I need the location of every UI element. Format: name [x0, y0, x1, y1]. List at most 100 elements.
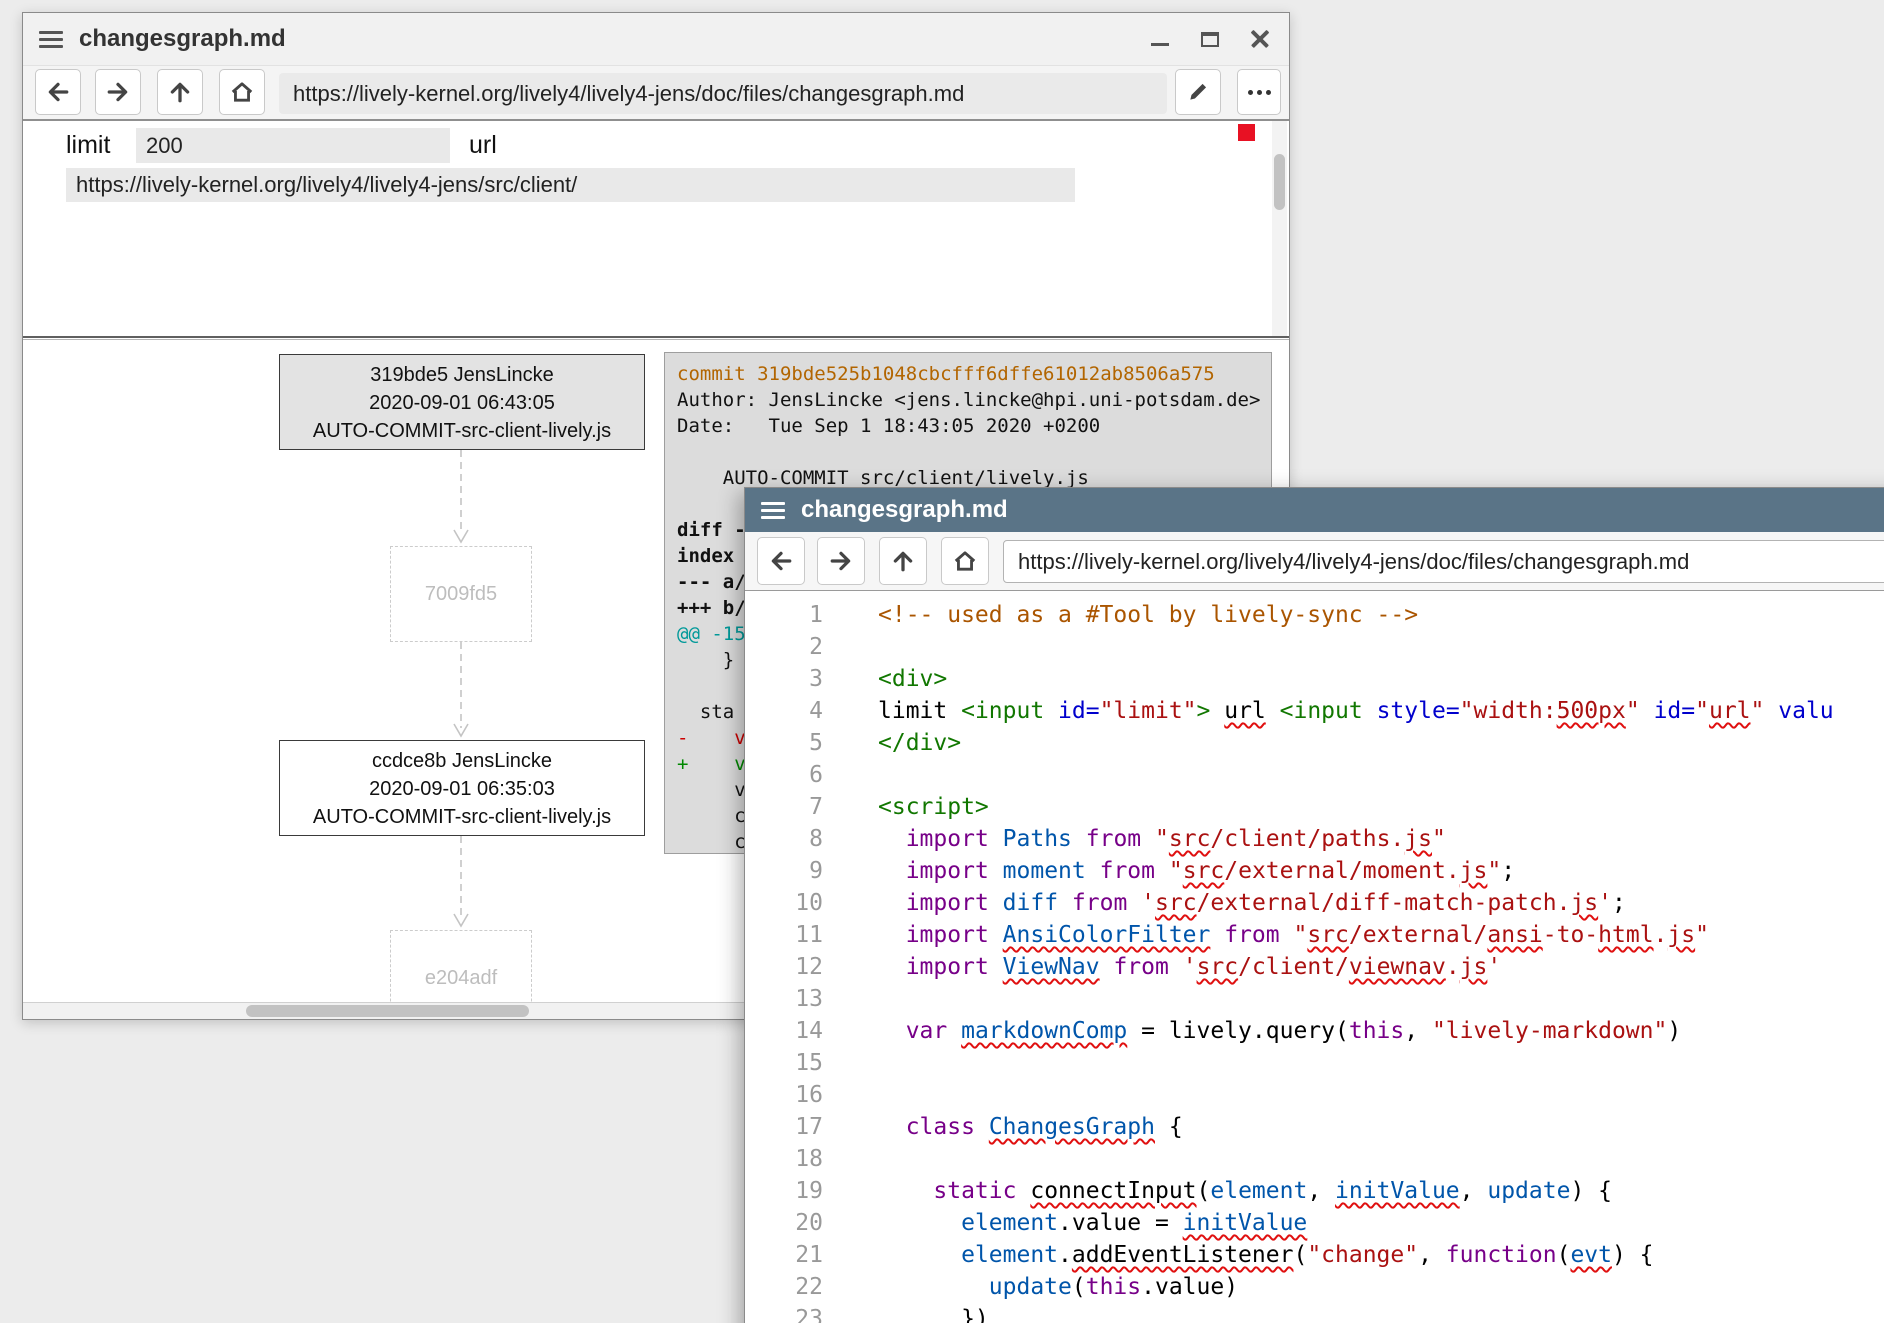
- arrow-up-icon: [891, 549, 915, 573]
- code-token: <!-- used as a #Tool by lively-sync -->: [878, 602, 1418, 628]
- code-line[interactable]: [878, 631, 1884, 663]
- code-line[interactable]: var markdownComp = lively.query(this, "l…: [878, 1015, 1884, 1047]
- code-token: ": [1155, 826, 1169, 852]
- code-token: [1127, 890, 1141, 916]
- code-token: ': [1141, 890, 1155, 916]
- code-token: [878, 1178, 933, 1204]
- code-token: [1210, 698, 1224, 724]
- editor-gutter: 1234567891011121314151617181920212223: [745, 591, 835, 1323]
- misspelled-token: viewnav: [1349, 954, 1446, 980]
- code-line[interactable]: [878, 1079, 1884, 1111]
- line-number: 19: [745, 1175, 823, 1207]
- horizontal-scrollbar-thumb[interactable]: [246, 1005, 529, 1017]
- vertical-scrollbar-thumb[interactable]: [1274, 154, 1285, 210]
- misspelled-token: AnsiColorFilter: [1003, 922, 1211, 948]
- limit-input[interactable]: [136, 128, 450, 163]
- address-bar[interactable]: [1003, 540, 1884, 583]
- code-token: ) {: [1570, 1178, 1612, 1204]
- close-icon: [1250, 29, 1270, 49]
- code-line[interactable]: class ChangesGraph {: [878, 1111, 1884, 1143]
- commit-node-line: 319bde5 JensLincke: [280, 361, 644, 389]
- code-token: diff: [1003, 890, 1058, 916]
- code-line[interactable]: limit <input id="limit"> url <input styl…: [878, 695, 1884, 727]
- line-number: 15: [745, 1047, 823, 1079]
- line-number: 18: [745, 1143, 823, 1175]
- back-window-titlebar[interactable]: changesgraph.md: [23, 13, 1289, 66]
- code-token: [1058, 890, 1072, 916]
- maximize-button[interactable]: [1197, 26, 1223, 52]
- code-token: <input: [961, 698, 1058, 724]
- code-line[interactable]: [878, 983, 1884, 1015]
- code-token: </div>: [878, 730, 961, 756]
- code-token: ,: [1418, 1242, 1446, 1268]
- code-token: from: [1086, 826, 1141, 852]
- up-button[interactable]: [157, 69, 203, 115]
- code-line[interactable]: import Paths from "src/client/paths.js": [878, 823, 1884, 855]
- address-bar[interactable]: [279, 73, 1167, 114]
- front-window-titlebar[interactable]: changesgraph.md: [745, 488, 1884, 532]
- form-pane: limit url: [23, 121, 1289, 336]
- code-token: ": [1487, 858, 1501, 884]
- code-token: from: [1113, 954, 1168, 980]
- home-icon: [230, 80, 254, 104]
- back-button[interactable]: [757, 537, 805, 585]
- code-line[interactable]: update(this.value): [878, 1271, 1884, 1303]
- code-token: [989, 922, 1003, 948]
- code-token: <div>: [878, 666, 947, 692]
- code-token: [878, 1018, 906, 1044]
- close-button[interactable]: [1247, 26, 1273, 52]
- code-line[interactable]: element.addEventListener("change", funct…: [878, 1239, 1884, 1271]
- forward-button[interactable]: [95, 69, 141, 115]
- code-line[interactable]: [878, 1143, 1884, 1175]
- up-button[interactable]: [879, 537, 927, 585]
- line-number: 6: [745, 759, 823, 791]
- back-button[interactable]: [35, 69, 81, 115]
- menu-icon[interactable]: [761, 502, 785, 519]
- code-editor[interactable]: 1234567891011121314151617181920212223 <!…: [745, 591, 1884, 1323]
- edit-button[interactable]: [1175, 69, 1221, 115]
- menu-icon[interactable]: [39, 31, 63, 48]
- commit-node-319bde5[interactable]: 319bde5 JensLincke 2020-09-01 06:43:05 A…: [279, 354, 645, 450]
- code-token: ,: [1460, 1178, 1488, 1204]
- code-line[interactable]: <script>: [878, 791, 1884, 823]
- code-token: /client/: [1238, 954, 1349, 980]
- code-line[interactable]: <!-- used as a #Tool by lively-sync -->: [878, 599, 1884, 631]
- home-button[interactable]: [219, 69, 265, 115]
- code-line[interactable]: [878, 1047, 1884, 1079]
- code-line[interactable]: <div>: [878, 663, 1884, 695]
- code-token: id=: [1654, 698, 1696, 724]
- line-number: 22: [745, 1271, 823, 1303]
- code-token: from: [1072, 890, 1127, 916]
- commit-node-e204adf[interactable]: e204adf: [390, 930, 532, 1002]
- commit-node-7009fd5[interactable]: 7009fd5: [390, 546, 532, 642]
- code-line[interactable]: element.value = initValue: [878, 1207, 1884, 1239]
- code-token: .value =: [1058, 1210, 1183, 1236]
- url-input[interactable]: [66, 168, 1075, 202]
- code-token: id=: [1058, 698, 1100, 724]
- code-token: moment: [1003, 858, 1086, 884]
- code-line[interactable]: [878, 759, 1884, 791]
- code-line[interactable]: }): [878, 1303, 1884, 1323]
- code-line[interactable]: import ViewNav from 'src/client/viewnav.…: [878, 951, 1884, 983]
- vertical-scrollbar[interactable]: [1272, 121, 1287, 336]
- code-token: ": [1293, 922, 1307, 948]
- code-line[interactable]: import AnsiColorFilter from "src/externa…: [878, 919, 1884, 951]
- code-token: /external/moment.: [1224, 858, 1459, 884]
- code-token: "change": [1307, 1242, 1418, 1268]
- line-number: 9: [745, 855, 823, 887]
- code-line[interactable]: import moment from "src/external/moment.…: [878, 855, 1884, 887]
- minimize-button[interactable]: [1147, 26, 1173, 52]
- misspelled-token: src: [1307, 922, 1349, 948]
- code-line[interactable]: import diff from 'src/external/diff-matc…: [878, 887, 1884, 919]
- more-button[interactable]: [1237, 69, 1281, 115]
- line-number: 5: [745, 727, 823, 759]
- commit-node-ccdce8b[interactable]: ccdce8b JensLincke 2020-09-01 06:35:03 A…: [279, 740, 645, 836]
- code-token: [1266, 698, 1280, 724]
- misspelled-token: evt: [1570, 1242, 1612, 1268]
- graph-edge-arrow: [450, 642, 472, 740]
- commit-detail-line: Date: Tue Sep 1 18:43:05 2020 +0200: [677, 413, 1259, 439]
- code-line[interactable]: </div>: [878, 727, 1884, 759]
- code-line[interactable]: static connectInput(element, initValue, …: [878, 1175, 1884, 1207]
- home-button[interactable]: [941, 537, 989, 585]
- forward-button[interactable]: [817, 537, 865, 585]
